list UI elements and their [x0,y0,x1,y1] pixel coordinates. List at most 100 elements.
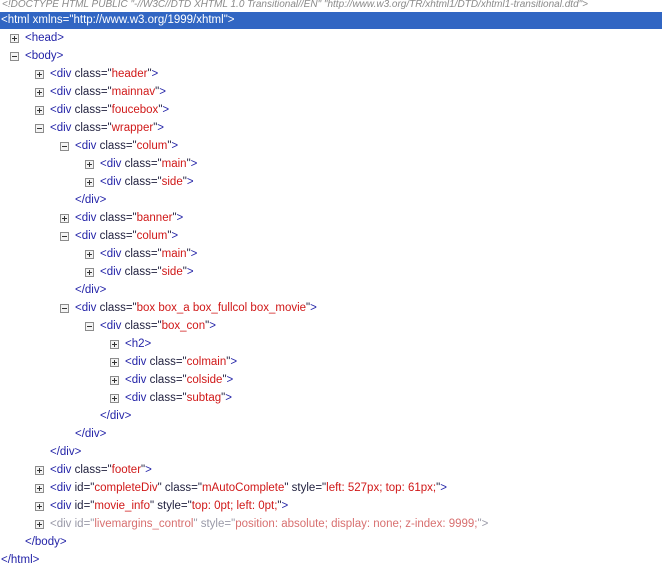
tag-token: > [225,392,232,404]
expand-icon[interactable] [85,178,94,187]
node-markup: <div class="footer"> [50,462,152,479]
node-markup: <div class="main"> [100,246,197,263]
tree-node[interactable]: <div class="box box_a box_fullcol box_mo… [0,300,662,317]
tag-token: </div> [75,194,107,206]
tag-token: <div [75,230,100,242]
tree-node[interactable]: <div class="header"> [0,66,662,83]
expand-icon[interactable] [35,466,44,475]
tag-token: > [190,158,198,170]
tree-node[interactable]: <div class="colum"> [0,228,662,245]
tag-token: > [481,518,489,530]
tree-node[interactable]: <div class="colum"> [0,138,662,155]
tag-token: <div [50,122,75,134]
tree-node[interactable]: <div class="main"> [0,246,662,263]
tree-node[interactable]: <div id="movie_info" style="top: 0pt; le… [0,498,662,515]
tree-node[interactable]: <div id="livemargins_control" style="pos… [0,516,662,533]
tag-token: > [151,68,159,80]
collapse-icon[interactable] [60,232,69,241]
tag-token: </body> [25,536,67,548]
node-markup: <div class="colside"> [125,372,233,389]
expand-icon[interactable] [110,394,119,403]
tag-token: <div [125,392,150,404]
node-markup: <div class="banner"> [75,210,183,227]
tree-node[interactable]: <div id="completeDiv" class="mAutoComple… [0,480,662,497]
attr-name: xmlns=" [32,14,74,26]
tree-node[interactable]: </div> [0,444,662,461]
tree-node[interactable]: <head> [0,30,662,47]
tree-node[interactable]: <div class="colside"> [0,372,662,389]
node-markup: </div> [100,408,131,425]
tag-token: <div [100,248,125,260]
tree-node[interactable]: <body> [0,48,662,65]
tree-node[interactable]: <div class="side"> [0,174,662,191]
tree-node[interactable]: <div class="main"> [0,156,662,173]
tree-node[interactable]: </div> [0,408,662,425]
tag-token: <div [100,176,125,188]
expand-icon[interactable] [35,70,44,79]
tag-token: <div [75,212,100,224]
tree-node[interactable]: <div class="foucebox"> [0,102,662,119]
collapse-icon[interactable] [35,124,44,133]
tree-node[interactable]: <div class="colmain"> [0,354,662,371]
tree-node[interactable]: <div class="box_con"> [0,318,662,335]
node-markup: <div id="completeDiv" class="mAutoComple… [50,480,447,497]
tree-node[interactable]: <div class="banner"> [0,210,662,227]
attr-value: side [161,266,183,278]
collapse-icon[interactable] [10,52,19,61]
tree-node[interactable]: </div> [0,192,662,209]
tree-node[interactable]: </body> [0,534,662,551]
tag-token: <div [100,320,125,332]
attr-value: footer [111,464,142,476]
tag-token: <div [100,158,125,170]
node-markup: <body> [25,48,63,65]
expand-icon[interactable] [35,502,44,511]
tree-node[interactable]: <h2> [0,336,662,353]
node-markup: <h2> [125,336,151,353]
expand-icon[interactable] [35,106,44,115]
expand-icon[interactable] [110,376,119,385]
tree-node[interactable]: <div class="subtag"> [0,390,662,407]
expand-icon[interactable] [110,340,119,349]
collapse-icon[interactable] [60,142,69,151]
attr-name: id=" [74,500,95,512]
node-markup: <div class="side"> [100,264,194,281]
tree-node[interactable]: </div> [0,426,662,443]
tree-node[interactable]: </html> [0,552,662,569]
expand-icon[interactable] [85,160,94,169]
node-markup: <div class="side"> [100,174,194,191]
expand-icon[interactable] [35,520,44,529]
expand-icon[interactable] [10,34,19,43]
tree-node[interactable]: <div class="side"> [0,264,662,281]
expand-icon[interactable] [85,250,94,259]
tag-token: <head> [25,32,65,44]
attr-value: completeDiv [94,482,158,494]
attr-value: left: 527px; top: 61px; [326,482,437,494]
tree-node[interactable]: <div class="wrapper"> [0,120,662,137]
attr-name: class=" [74,68,112,80]
tree-node[interactable]: <div class="mainnav"> [0,84,662,101]
expand-icon[interactable] [35,484,44,493]
expand-icon[interactable] [35,88,44,97]
attr-name: class=" [124,266,162,278]
node-markup: </div> [75,192,106,209]
collapse-icon[interactable] [60,304,69,313]
attr-name: class=" [74,122,112,134]
tree-node[interactable]: <html xmlns="http://www.w3.org/1999/xhtm… [0,12,662,29]
node-markup: </div> [50,444,81,461]
tag-token: <div [125,356,150,368]
tag-token: > [145,464,152,476]
attr-value: movie_info [94,500,150,512]
node-markup: </div> [75,282,106,299]
expand-icon[interactable] [110,358,119,367]
collapse-icon[interactable] [85,322,94,331]
tree-node[interactable]: <div class="footer"> [0,462,662,479]
expand-icon[interactable] [85,268,94,277]
attr-value: colum [136,140,168,152]
tag-token: </div> [75,284,107,296]
node-markup: <head> [25,30,64,47]
expand-icon[interactable] [60,214,69,223]
tag-token: <div [100,266,125,278]
tree-node[interactable]: </div> [0,282,662,299]
attr-value: position: absolute; display: none; z-ind… [235,518,478,530]
attr-value: banner [136,212,173,224]
